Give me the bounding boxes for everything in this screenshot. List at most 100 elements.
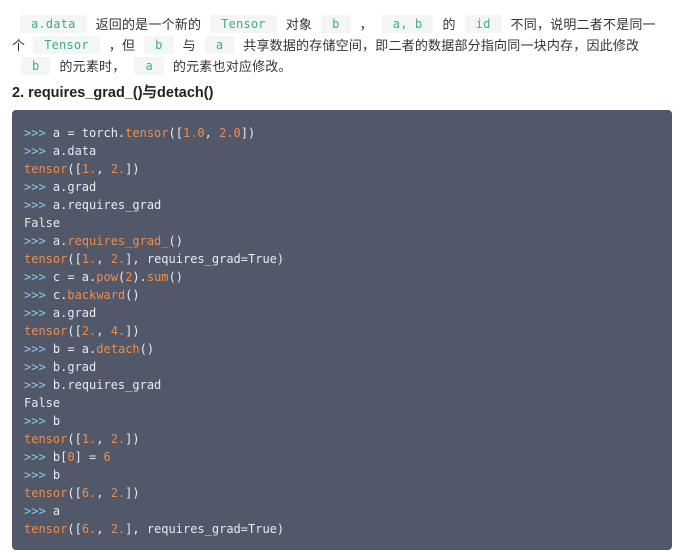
highlight-token: tensor xyxy=(125,126,169,140)
highlight-token: 2. xyxy=(110,162,126,176)
prompt-token: >>> xyxy=(24,144,53,158)
prompt-token: >>> xyxy=(24,198,53,212)
highlight-token: tensor xyxy=(24,324,68,338)
prompt-token: >>> xyxy=(24,126,53,140)
paragraph-text: 与 xyxy=(182,39,196,54)
code-token: b.requires_grad xyxy=(52,378,162,392)
prompt-token: >>> xyxy=(24,306,53,320)
code-block: >>> a = torch.tensor([1.0, 2.0]) >>> a.da… xyxy=(12,110,672,550)
highlight-token: 2. xyxy=(110,522,126,536)
code-token: ). xyxy=(132,270,147,284)
code-line: >>> a.grad xyxy=(24,178,672,196)
code-line: >>> b xyxy=(24,412,672,430)
code-token: False xyxy=(24,396,61,410)
code-token: , xyxy=(204,126,220,140)
paragraph-text: 对象 xyxy=(285,18,313,33)
code-token: b = a. xyxy=(52,342,97,356)
code-line: tensor([1., 2.]) xyxy=(24,160,672,178)
inline-code: b xyxy=(144,36,174,54)
code-token: () xyxy=(168,270,184,284)
code-token: a.grad xyxy=(52,180,97,194)
code-token: () xyxy=(125,288,140,302)
inline-code: Tensor xyxy=(210,15,277,33)
code-line: >>> b.requires_grad xyxy=(24,376,672,394)
highlight-token: 2.0 xyxy=(219,126,241,140)
code-token: c = a. xyxy=(52,270,97,284)
inline-code: a, b xyxy=(381,15,434,33)
code-line: >>> c.backward() xyxy=(24,286,672,304)
code-line: tensor([6., 2.], requires_grad=True) xyxy=(24,520,672,538)
highlight-token: 0 xyxy=(67,450,75,464)
highlight-token: 1. xyxy=(81,252,97,266)
highlight-token: 6 xyxy=(103,450,111,464)
code-token: ], requires_grad=True) xyxy=(125,252,285,266)
highlight-token: 6. xyxy=(81,522,97,536)
code-line: >>> a.requires_grad_() xyxy=(24,232,672,250)
prompt-token: >>> xyxy=(24,450,53,464)
code-token: , xyxy=(96,432,111,446)
code-token: a xyxy=(52,504,61,518)
code-token: ]) xyxy=(125,432,140,446)
code-line: tensor([2., 4.]) xyxy=(24,322,672,340)
explanation-paragraph: a.data 返回的是一个新的 Tensor 对象 b， a, b 的 id 不同，说明二者不是… xyxy=(12,15,668,78)
code-token: ]) xyxy=(125,486,140,500)
code-token: b xyxy=(52,414,61,428)
code-token: ([ xyxy=(67,324,82,338)
code-line: >>> b[0] = 6 xyxy=(24,448,672,466)
paragraph-text: 返回的是一个新的 xyxy=(95,18,202,33)
paragraph-text: 的 xyxy=(442,18,456,33)
code-token: a.requires_grad xyxy=(52,198,162,212)
highlight-token: 1.0 xyxy=(182,126,205,140)
paragraph-text: 的元素也对应修改。 xyxy=(172,60,292,75)
code-content: >>> a = torch.tensor([1.0, 2.0]) >>> a.da… xyxy=(24,124,672,538)
code-token: b xyxy=(52,468,61,482)
inline-code: a.data xyxy=(20,15,87,33)
code-token: ([ xyxy=(67,432,82,446)
code-line: >>> a xyxy=(24,502,672,520)
prompt-token: >>> xyxy=(24,414,53,428)
code-token: , xyxy=(96,522,111,536)
code-token: ([ xyxy=(67,486,82,500)
code-token: a = torch. xyxy=(52,126,126,140)
code-line: >>> a = torch.tensor([1.0, 2.0]) xyxy=(24,124,672,142)
highlight-token: 1. xyxy=(81,432,97,446)
highlight-token: 2. xyxy=(81,324,97,338)
code-token: ] = xyxy=(74,450,104,464)
inline-code: a xyxy=(204,36,235,54)
highlight-token: 1. xyxy=(81,162,97,176)
highlight-token: 6. xyxy=(81,486,97,500)
code-token: c. xyxy=(52,288,68,302)
code-token: ([ xyxy=(67,252,82,266)
prompt-token: >>> xyxy=(24,288,53,302)
code-line: tensor([1., 2.]) xyxy=(24,430,672,448)
code-token: , xyxy=(96,252,111,266)
paragraph-text: ， xyxy=(359,18,373,33)
highlight-token: tensor xyxy=(24,486,68,500)
inline-code: a xyxy=(134,57,164,75)
code-line: >>> b.grad xyxy=(24,358,672,376)
prompt-token: >>> xyxy=(24,180,53,194)
prompt-token: >>> xyxy=(24,360,53,374)
inline-code: b xyxy=(321,15,351,33)
prompt-token: >>> xyxy=(24,234,53,248)
code-token: ]) xyxy=(125,324,140,338)
highlight-token: pow xyxy=(96,270,118,284)
code-token: ]) xyxy=(240,126,256,140)
prompt-token: >>> xyxy=(24,342,53,356)
code-token: ], requires_grad=True) xyxy=(125,522,285,536)
code-token: , xyxy=(96,486,111,500)
code-token: False xyxy=(24,216,61,230)
paragraph-text: 的元素时， xyxy=(59,60,126,75)
highlight-token: 4. xyxy=(110,324,126,338)
code-token: , xyxy=(96,162,111,176)
highlight-token: backward xyxy=(67,288,126,302)
highlight-token: tensor xyxy=(24,162,68,176)
code-token: ([ xyxy=(168,126,183,140)
code-line: >>> a.data xyxy=(24,142,672,160)
highlight-token: 2. xyxy=(110,432,126,446)
prompt-token: >>> xyxy=(24,468,53,482)
code-token: () xyxy=(139,342,155,356)
code-token: ([ xyxy=(67,522,82,536)
code-token: () xyxy=(168,234,183,248)
code-line: tensor([1., 2.], requires_grad=True) xyxy=(24,250,672,268)
